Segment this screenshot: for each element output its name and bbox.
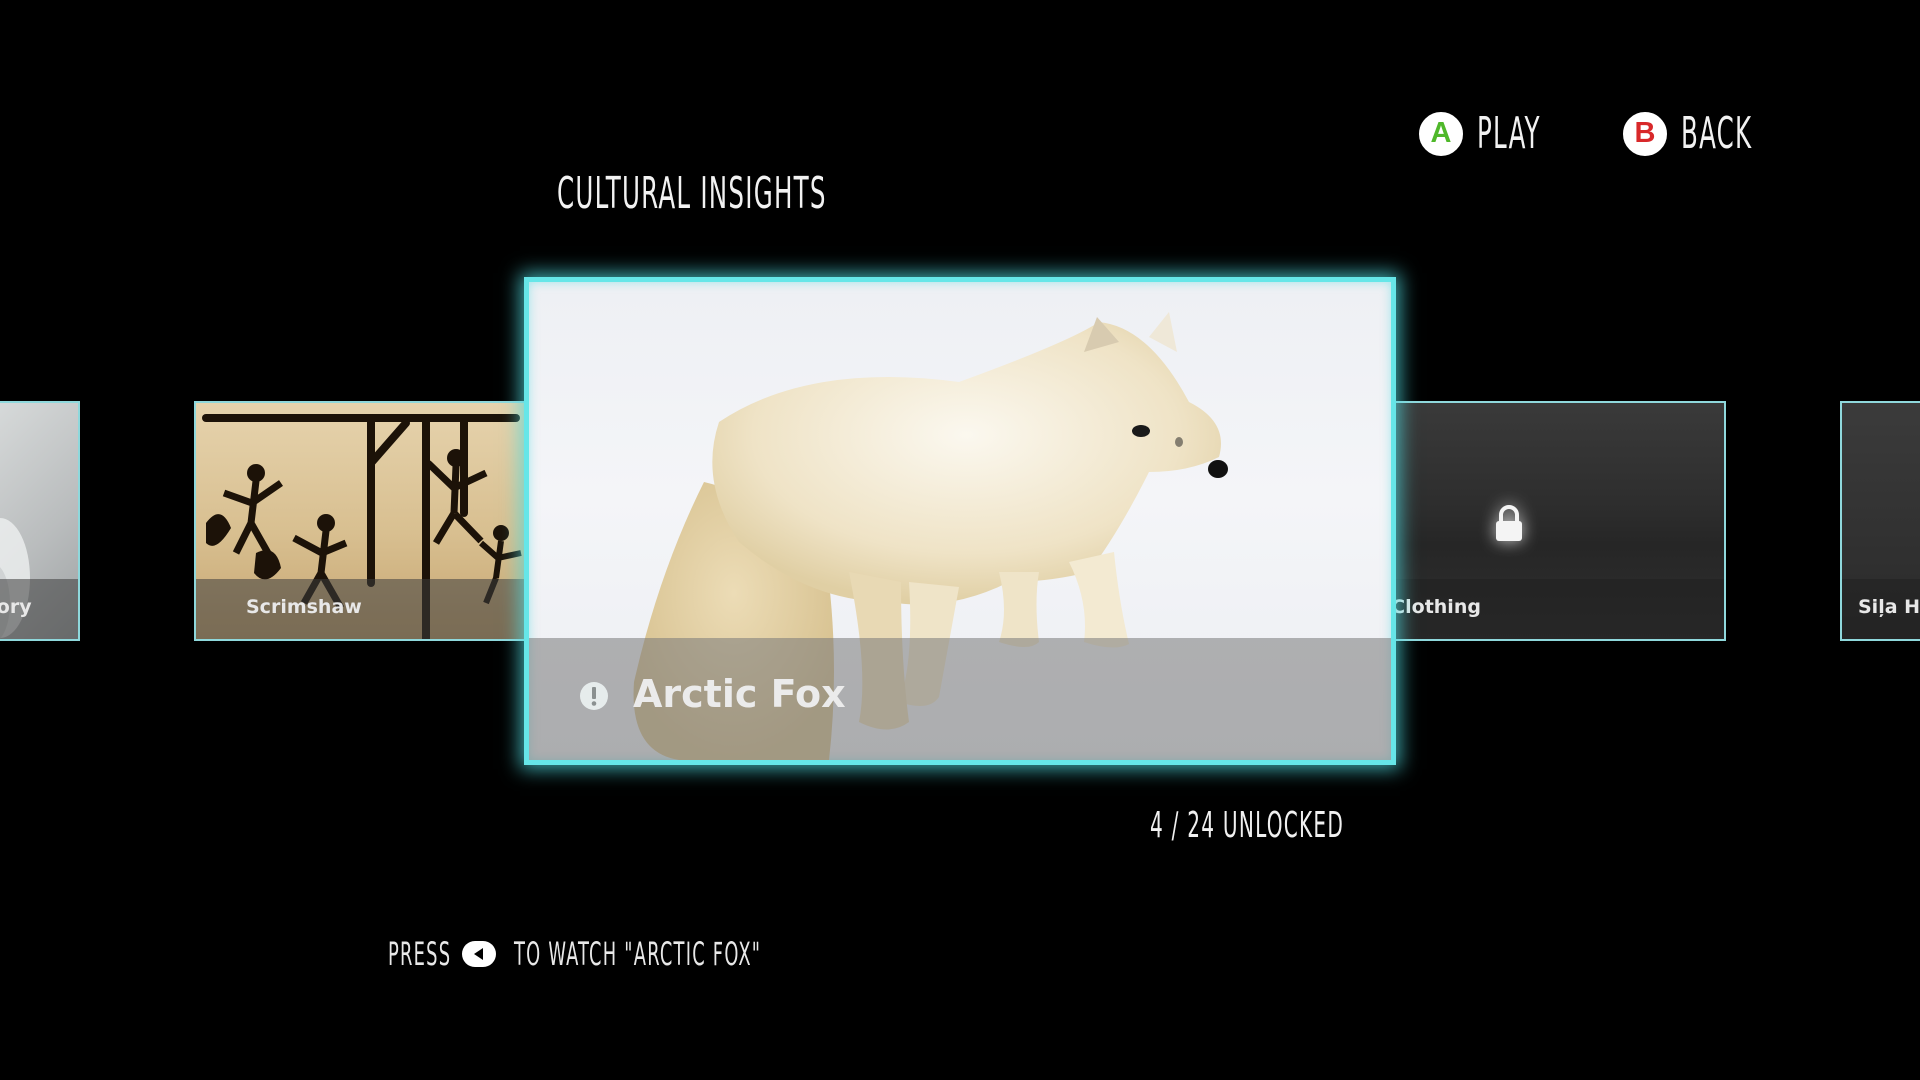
back-label: BACK	[1681, 108, 1753, 159]
back-button[interactable]: B BACK	[1623, 108, 1796, 159]
carousel-item-scrimshaw[interactable]: Scrimshaw	[194, 401, 540, 641]
watch-hint: PRESS TO WATCH "ARCTIC FOX"	[388, 935, 913, 973]
carousel-item-arctic-fox[interactable]: Arctic Fox	[524, 277, 1396, 765]
b-button-glyph: B	[1634, 117, 1656, 149]
play-label: PLAY	[1477, 108, 1541, 159]
cultural-insights-screen: A PLAY B BACK CULTURAL INSIGHTS Story	[0, 0, 1920, 1080]
a-button-icon: A	[1419, 111, 1463, 156]
carousel-label: Story	[0, 596, 32, 618]
new-alert-icon	[580, 682, 608, 710]
carousel-item-story[interactable]: Story	[0, 401, 80, 641]
carousel-item-clothing[interactable]: & Clothing	[1380, 401, 1726, 641]
hint-watch: TO WATCH "ARCTIC FOX"	[514, 935, 762, 973]
carousel-caption: Siļa Ha	[1842, 579, 1920, 639]
lock-icon	[1496, 505, 1522, 541]
hint-press: PRESS	[388, 935, 452, 973]
b-button-icon: B	[1623, 111, 1667, 156]
play-button[interactable]: A PLAY	[1419, 108, 1580, 159]
dpad-left-icon	[462, 941, 497, 967]
carousel-label: Siļa Ha	[1858, 596, 1920, 618]
carousel-caption: & Clothing	[1382, 579, 1724, 639]
section-title: CULTURAL INSIGHTS	[557, 168, 827, 219]
carousel-caption: Story	[0, 579, 78, 639]
carousel-item-sila[interactable]: Siļa Ha	[1840, 401, 1920, 641]
featured-title: Arctic Fox	[633, 672, 846, 716]
carousel-caption: Scrimshaw	[196, 579, 538, 639]
featured-caption: Arctic Fox	[529, 638, 1391, 760]
carousel-label: Scrimshaw	[246, 596, 362, 618]
unlocked-count: 4 / 24 UNLOCKED	[1150, 805, 1345, 846]
a-button-glyph: A	[1430, 117, 1452, 149]
